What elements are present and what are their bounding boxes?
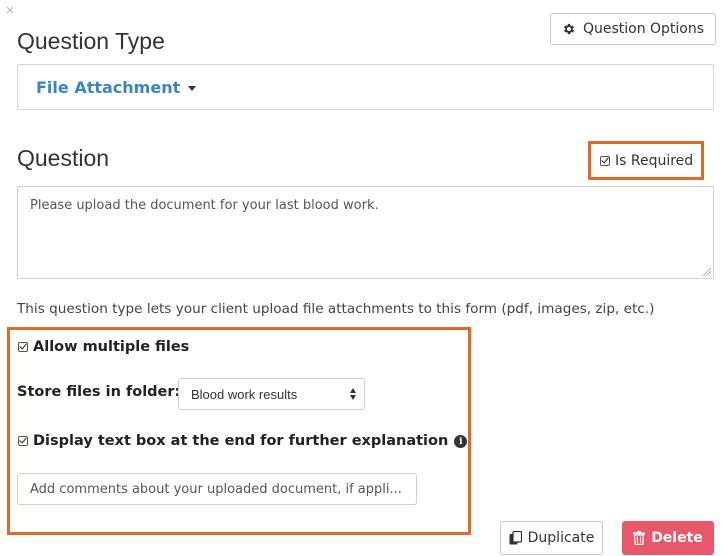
allow-multiple-label: Allow multiple files bbox=[33, 339, 190, 355]
is-required-checkbox[interactable] bbox=[600, 156, 610, 166]
store-folder-select[interactable]: Blood work results bbox=[178, 378, 365, 410]
trash-icon bbox=[633, 531, 646, 545]
close-icon[interactable]: × bbox=[3, 3, 17, 18]
question-type-value: File Attachment bbox=[36, 77, 181, 97]
comment-input[interactable] bbox=[17, 473, 417, 505]
question-type-select[interactable]: File Attachment bbox=[17, 64, 714, 110]
allow-multiple-checkbox[interactable] bbox=[18, 342, 28, 352]
display-textbox-row[interactable]: Display text box at the end for further … bbox=[18, 433, 468, 449]
delete-label: Delete bbox=[651, 530, 703, 546]
select-arrows-icon bbox=[350, 388, 356, 400]
store-folder-label: Store files in folder: bbox=[17, 384, 181, 400]
question-options-button[interactable]: Question Options bbox=[550, 13, 716, 45]
duplicate-button[interactable]: Duplicate bbox=[500, 521, 603, 555]
is-required-label: Is Required bbox=[615, 153, 694, 169]
delete-button[interactable]: Delete bbox=[622, 521, 714, 555]
question-textarea[interactable]: Please upload the document for your last… bbox=[17, 186, 714, 279]
store-folder-value: Blood work results bbox=[191, 386, 298, 402]
duplicate-label: Duplicate bbox=[527, 530, 595, 546]
question-type-description: This question type lets your client uplo… bbox=[17, 301, 655, 317]
allow-multiple-row[interactable]: Allow multiple files bbox=[18, 339, 189, 355]
question-type-heading: Question Type bbox=[17, 28, 165, 54]
question-options-label: Question Options bbox=[582, 21, 705, 37]
resize-handle-icon[interactable] bbox=[703, 268, 711, 276]
question-text: Please upload the document for your last… bbox=[30, 198, 379, 213]
caret-down-icon bbox=[188, 85, 197, 91]
is-required-highlight: Is Required bbox=[588, 141, 704, 180]
gear-icon bbox=[562, 22, 576, 36]
display-textbox-checkbox[interactable] bbox=[18, 436, 28, 446]
question-heading: Question bbox=[17, 145, 110, 171]
display-textbox-label: Display text box at the end for further … bbox=[33, 433, 449, 449]
copy-icon bbox=[509, 531, 522, 545]
info-icon[interactable]: i bbox=[454, 434, 468, 448]
is-required-row[interactable]: Is Required bbox=[600, 153, 693, 169]
